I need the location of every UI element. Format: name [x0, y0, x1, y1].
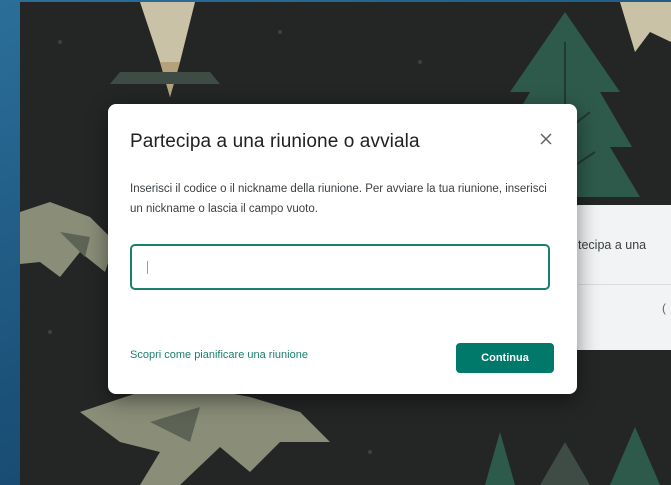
schedule-meeting-help-link[interactable]: Scopri come pianificare una riunione	[130, 349, 308, 361]
close-button[interactable]	[533, 126, 559, 152]
wolf-illustration-bottom	[80, 382, 330, 485]
side-card-divider	[578, 284, 671, 285]
close-icon	[540, 133, 552, 145]
meeting-code-input[interactable]	[130, 244, 550, 290]
wolf-illustration-left	[20, 202, 115, 277]
dialog-title: Partecipa a una riunione o avviala	[130, 131, 420, 152]
text-cursor	[147, 261, 148, 274]
small-trees-bottom	[485, 427, 660, 485]
join-meeting-dialog: Partecipa a una riunione o avviala Inser…	[108, 104, 577, 394]
dialog-description: Inserisci il codice o il nickname della …	[130, 183, 547, 215]
wolf-illustration-topright	[620, 2, 671, 52]
wolf-illustration-topleft	[110, 2, 220, 97]
side-card-label: tecipa a una	[578, 238, 647, 252]
continue-button[interactable]: Continua	[456, 343, 554, 373]
side-card-paren: (	[662, 301, 666, 315]
